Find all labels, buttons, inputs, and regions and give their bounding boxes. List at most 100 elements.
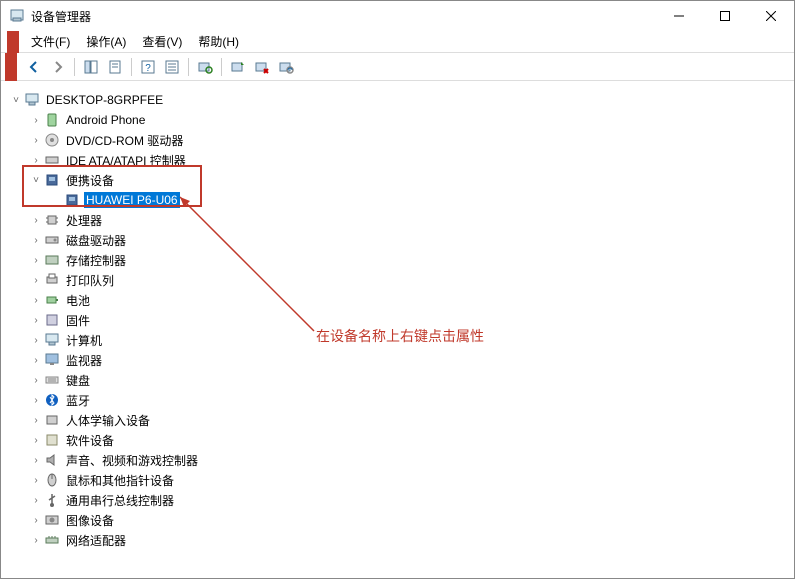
tree-node[interactable]: › 人体学输入设备: [28, 410, 787, 430]
expand-icon[interactable]: ›: [28, 132, 44, 148]
device-icon: [44, 312, 60, 328]
tree-children: › Android Phone › DVD/CD-ROM 驱动器 › IDE A…: [8, 110, 787, 550]
tree-label: 监视器: [64, 351, 104, 370]
expand-icon[interactable]: ›: [28, 232, 44, 248]
close-button[interactable]: [748, 1, 794, 31]
tree-label: 固件: [64, 311, 92, 330]
menu-file[interactable]: 文件(F): [23, 31, 78, 52]
expand-icon[interactable]: ›: [28, 212, 44, 228]
expand-icon[interactable]: ›: [28, 372, 44, 388]
scan-hardware-button[interactable]: [194, 56, 216, 78]
expand-icon[interactable]: ›: [28, 292, 44, 308]
expand-icon[interactable]: ›: [28, 472, 44, 488]
svg-text:?: ?: [145, 63, 151, 74]
tree-node[interactable]: › 存储控制器: [28, 250, 787, 270]
expand-icon[interactable]: ›: [28, 392, 44, 408]
device-icon: [44, 112, 60, 128]
device-icon: [44, 372, 60, 388]
device-tree[interactable]: ˅ DESKTOP-8GRPFEE › Android Phone › DVD/…: [8, 90, 787, 550]
tree-node[interactable]: › 声音、视频和游戏控制器: [28, 450, 787, 470]
tree-node[interactable]: › 蓝牙: [28, 390, 787, 410]
expand-icon[interactable]: ›: [28, 452, 44, 468]
tree-label: 处理器: [64, 211, 104, 230]
show-hide-tree-button[interactable]: [80, 56, 102, 78]
tree-node[interactable]: ˅ 便携设备: [28, 170, 787, 190]
expand-icon[interactable]: ›: [28, 432, 44, 448]
help-button[interactable]: ?: [137, 56, 159, 78]
maximize-button[interactable]: [702, 1, 748, 31]
tree-node[interactable]: › 电池: [28, 290, 787, 310]
tree-label: DVD/CD-ROM 驱动器: [64, 131, 185, 150]
expand-icon[interactable]: ›: [28, 272, 44, 288]
tree-label: 声音、视频和游戏控制器: [64, 451, 200, 470]
tree-label: 存储控制器: [64, 251, 128, 270]
expand-icon[interactable]: ›: [28, 152, 44, 168]
device-icon: [44, 152, 60, 168]
menu-view[interactable]: 查看(V): [134, 31, 190, 52]
tree-node[interactable]: › Android Phone: [28, 110, 787, 130]
expand-icon[interactable]: ›: [28, 332, 44, 348]
device-icon: [44, 272, 60, 288]
tree-root-node[interactable]: ˅ DESKTOP-8GRPFEE: [8, 90, 787, 110]
update-driver-button[interactable]: [227, 56, 249, 78]
tree-children: HUAWEI P6-U06: [28, 190, 787, 210]
expand-icon[interactable]: ›: [28, 412, 44, 428]
expand-icon[interactable]: ›: [28, 112, 44, 128]
properties-button[interactable]: [104, 56, 126, 78]
minimize-button[interactable]: [656, 1, 702, 31]
window-controls: [656, 1, 794, 31]
menu-help[interactable]: 帮助(H): [190, 31, 247, 52]
tree-label: 人体学输入设备: [64, 411, 152, 430]
toolbar-separator: [74, 58, 75, 76]
tree-node[interactable]: HUAWEI P6-U06: [48, 190, 787, 210]
tree-node[interactable]: › 键盘: [28, 370, 787, 390]
back-button[interactable]: [23, 56, 45, 78]
tree-label: 鼠标和其他指针设备: [64, 471, 176, 490]
device-icon: [44, 332, 60, 348]
tree-node[interactable]: › 监视器: [28, 350, 787, 370]
tree-node[interactable]: › 打印队列: [28, 270, 787, 290]
tree-label: 便携设备: [64, 171, 116, 190]
tree-node[interactable]: › 软件设备: [28, 430, 787, 450]
tree-node[interactable]: › 图像设备: [28, 510, 787, 530]
tree-node[interactable]: › 磁盘驱动器: [28, 230, 787, 250]
device-icon: [44, 132, 60, 148]
menu-accent: [7, 31, 19, 53]
menu-action[interactable]: 操作(A): [78, 31, 134, 52]
device-icon: [44, 252, 60, 268]
tree-node[interactable]: › 网络适配器: [28, 530, 787, 550]
toolbar-separator: [131, 58, 132, 76]
tree-label: 软件设备: [64, 431, 116, 450]
tree-label: 蓝牙: [64, 391, 92, 410]
tree-node[interactable]: › 处理器: [28, 210, 787, 230]
expand-icon[interactable]: [48, 192, 64, 208]
tree-label: 图像设备: [64, 511, 116, 530]
list-button[interactable]: [161, 56, 183, 78]
content-area: ˅ DESKTOP-8GRPFEE › Android Phone › DVD/…: [1, 81, 794, 578]
expand-icon[interactable]: ›: [28, 352, 44, 368]
expand-icon[interactable]: ˅: [28, 172, 44, 188]
tree-label: Android Phone: [64, 112, 147, 128]
device-manager-window: 设备管理器 文件(F) 操作(A) 查看(V) 帮助(H): [0, 0, 795, 579]
tree-node[interactable]: › DVD/CD-ROM 驱动器: [28, 130, 787, 150]
uninstall-button[interactable]: [251, 56, 273, 78]
device-icon: [44, 472, 60, 488]
tree-label: 电池: [64, 291, 92, 310]
expand-icon[interactable]: ›: [28, 312, 44, 328]
forward-button[interactable]: [47, 56, 69, 78]
tree-node[interactable]: › 通用串行总线控制器: [28, 490, 787, 510]
tree-node[interactable]: › 鼠标和其他指针设备: [28, 470, 787, 490]
tree-node[interactable]: › 固件: [28, 310, 787, 330]
disable-button[interactable]: [275, 56, 297, 78]
tree-node[interactable]: › 计算机: [28, 330, 787, 350]
device-icon: [44, 532, 60, 548]
tree-root-label: DESKTOP-8GRPFEE: [44, 92, 165, 108]
tree-node[interactable]: › IDE ATA/ATAPI 控制器: [28, 150, 787, 170]
tree-label: 通用串行总线控制器: [64, 491, 176, 510]
collapse-icon[interactable]: ˅: [8, 92, 24, 108]
expand-icon[interactable]: ›: [28, 492, 44, 508]
expand-icon[interactable]: ›: [28, 252, 44, 268]
expand-icon[interactable]: ›: [28, 512, 44, 528]
expand-icon[interactable]: ›: [28, 532, 44, 548]
device-icon: [44, 512, 60, 528]
